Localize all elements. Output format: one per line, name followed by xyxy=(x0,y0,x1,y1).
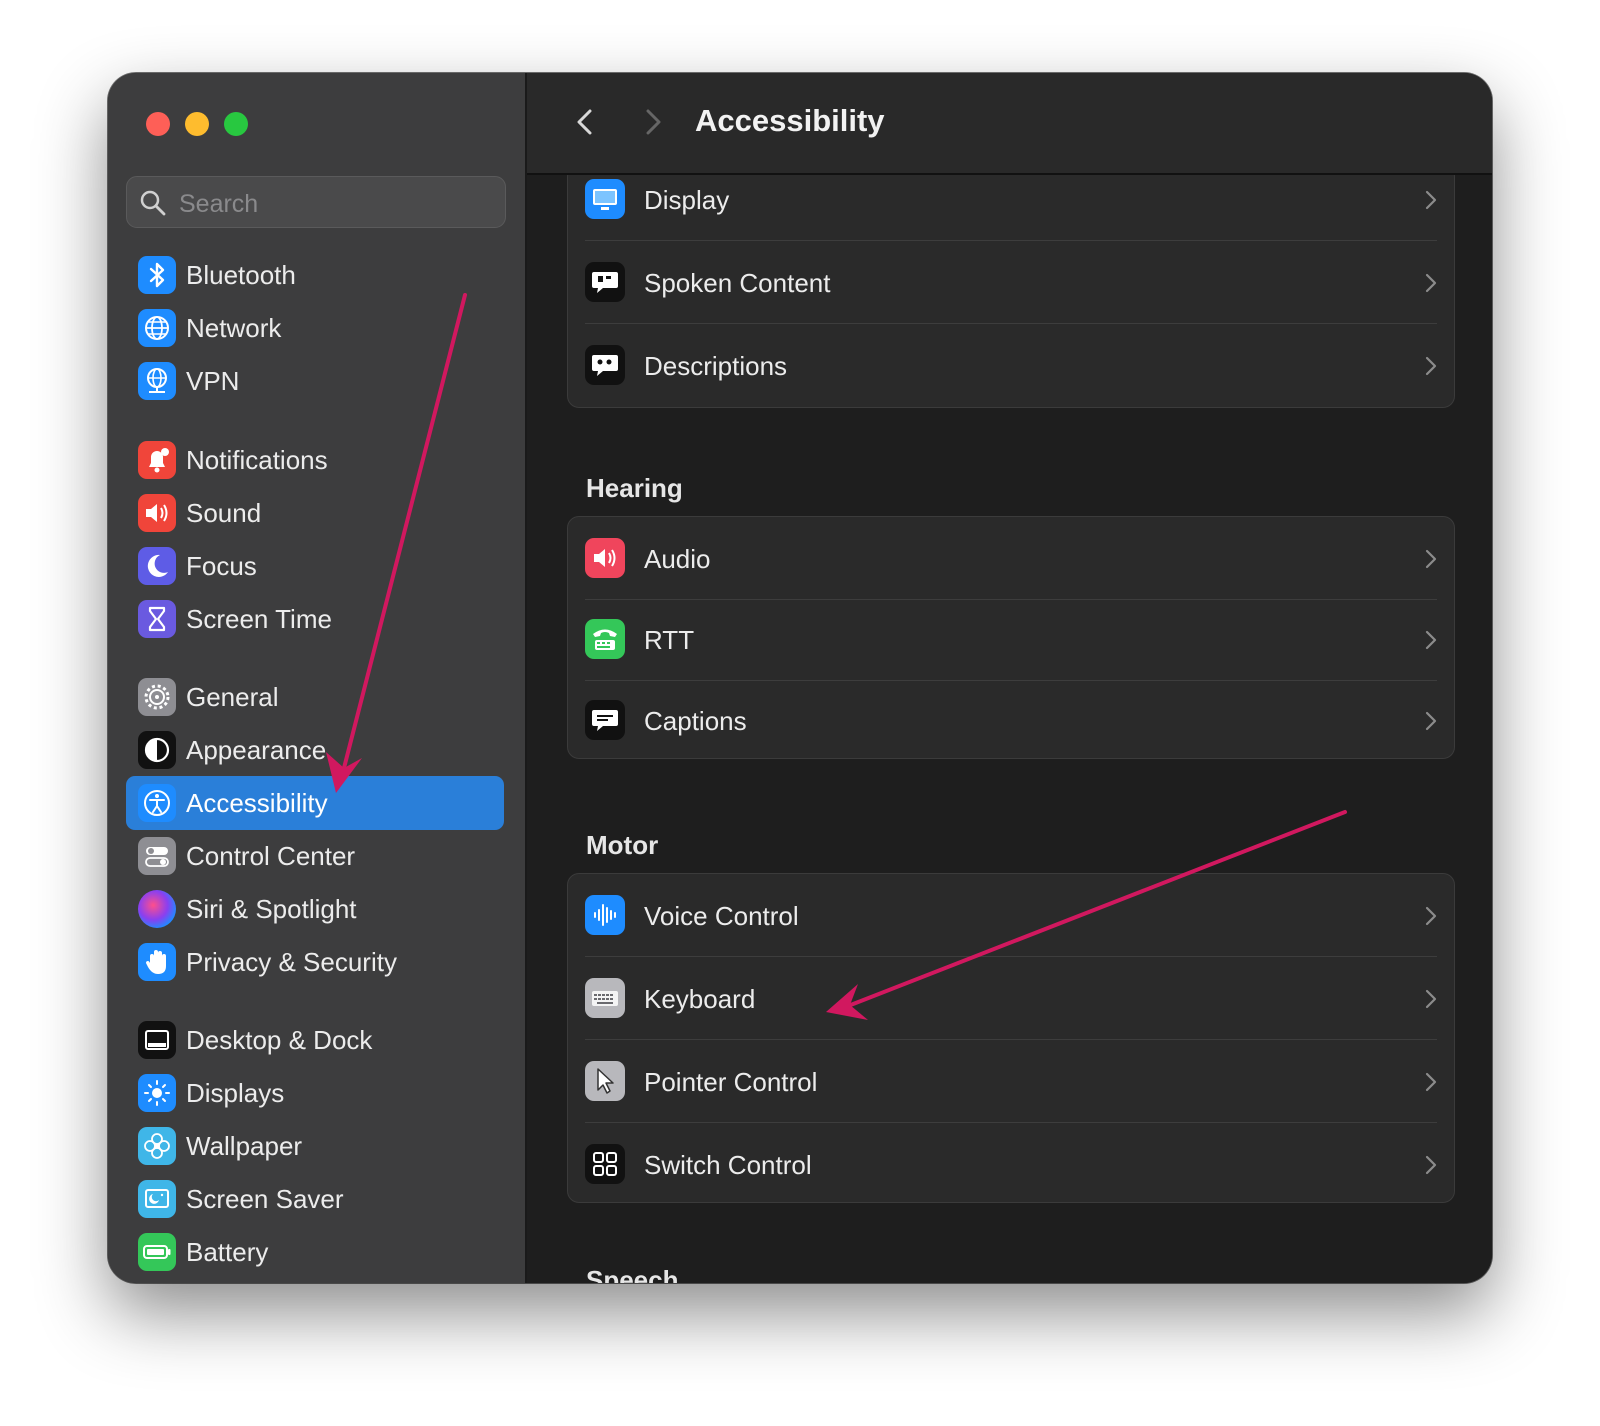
sidebar-item-screen-saver[interactable]: Screen Saver xyxy=(126,1172,504,1226)
minimize-button[interactable] xyxy=(185,112,209,136)
sidebar-item-focus[interactable]: Focus xyxy=(126,539,504,593)
list-item-voice-control[interactable]: Voice Control xyxy=(568,874,1454,957)
vpn-globe-icon xyxy=(138,362,176,400)
pointer-icon xyxy=(585,1061,625,1101)
settings-content: Display Spoken Content Descriptions Hear… xyxy=(527,175,1492,1283)
sidebar-item-accessibility[interactable]: Accessibility xyxy=(126,776,504,830)
moon-icon xyxy=(138,547,176,585)
sidebar-item-vpn[interactable]: VPN xyxy=(126,354,504,408)
sidebar-item-general[interactable]: General xyxy=(126,670,504,724)
list-item-keyboard[interactable]: Keyboard xyxy=(568,957,1454,1040)
keyboard-icon xyxy=(585,978,625,1018)
grid-icon xyxy=(585,1144,625,1184)
chevron-right-icon xyxy=(1425,190,1437,210)
sidebar-item-battery[interactable]: Battery xyxy=(126,1225,504,1279)
chevron-right-icon xyxy=(1425,630,1437,650)
list-item-pointer-control[interactable]: Pointer Control xyxy=(568,1040,1454,1123)
tty-icon xyxy=(585,619,625,659)
sidebar: Search Bluetooth Network VPN Notificatio… xyxy=(108,73,527,1283)
speaker-icon xyxy=(138,494,176,532)
waveform-icon xyxy=(585,895,625,935)
sidebar-item-privacy-security[interactable]: Privacy & Security xyxy=(126,935,504,989)
list-item-audio[interactable]: Audio xyxy=(568,517,1454,600)
close-button[interactable] xyxy=(146,112,170,136)
battery-icon xyxy=(138,1233,176,1271)
chevron-right-icon xyxy=(1425,356,1437,376)
chevron-right-icon xyxy=(1425,1072,1437,1092)
gear-icon xyxy=(138,678,176,716)
list-item-rtt[interactable]: RTT xyxy=(568,598,1454,681)
section-title-speech: Speech xyxy=(586,1265,679,1283)
section-title-motor: Motor xyxy=(586,830,659,860)
sidebar-item-displays[interactable]: Displays xyxy=(126,1066,504,1120)
main-pane: Accessibility Display Spoken Content Des… xyxy=(527,73,1492,1283)
sidebar-item-bluetooth[interactable]: Bluetooth xyxy=(126,248,504,302)
screensaver-icon xyxy=(138,1180,176,1218)
quote-bubble-icon xyxy=(585,345,625,385)
speech-bubble-icon xyxy=(585,262,625,302)
chevron-left-icon[interactable] xyxy=(569,105,603,139)
search-placeholder: Search xyxy=(179,190,259,218)
bell-icon xyxy=(138,441,176,479)
sidebar-item-desktop-dock[interactable]: Desktop & Dock xyxy=(126,1013,504,1067)
hand-icon xyxy=(138,943,176,981)
list-item-captions[interactable]: Captions xyxy=(568,679,1454,762)
chevron-right-icon xyxy=(1425,906,1437,926)
sun-icon xyxy=(138,1074,176,1112)
siri-icon xyxy=(138,890,176,928)
vision-group: Display Spoken Content Descriptions xyxy=(567,175,1455,408)
appearance-icon xyxy=(138,731,176,769)
page-title: Accessibility xyxy=(695,103,885,138)
chevron-right-icon xyxy=(1425,549,1437,569)
captions-icon xyxy=(585,700,625,740)
settings-window: Search Bluetooth Network VPN Notificatio… xyxy=(108,73,1492,1283)
toolbar: Accessibility xyxy=(527,73,1492,175)
sidebar-item-wallpaper[interactable]: Wallpaper xyxy=(126,1119,504,1173)
list-item-spoken-content[interactable]: Spoken Content xyxy=(568,241,1454,324)
dock-icon xyxy=(138,1021,176,1059)
list-item-display[interactable]: Display xyxy=(568,175,1454,241)
globe-icon xyxy=(138,309,176,347)
chevron-right-icon xyxy=(1425,989,1437,1009)
chevron-right-icon[interactable] xyxy=(635,105,669,139)
accessibility-icon xyxy=(138,784,176,822)
zoom-button[interactable] xyxy=(224,112,248,136)
hearing-group: Audio RTT Captions xyxy=(567,516,1455,759)
sidebar-item-sound[interactable]: Sound xyxy=(126,486,504,540)
sidebar-item-screen-time[interactable]: Screen Time xyxy=(126,592,504,646)
toggles-icon xyxy=(138,837,176,875)
chevron-right-icon xyxy=(1425,273,1437,293)
hourglass-icon xyxy=(138,600,176,638)
sidebar-item-notifications[interactable]: Notifications xyxy=(126,433,504,487)
chevron-right-icon xyxy=(1425,711,1437,731)
sidebar-item-appearance[interactable]: Appearance xyxy=(126,723,504,777)
chevron-right-icon xyxy=(1425,1155,1437,1175)
speaker-icon xyxy=(585,538,625,578)
list-item-descriptions[interactable]: Descriptions xyxy=(568,324,1454,407)
search-input[interactable]: Search xyxy=(126,176,506,228)
monitor-icon xyxy=(585,179,625,219)
sidebar-item-control-center[interactable]: Control Center xyxy=(126,829,504,883)
sidebar-item-siri-spotlight[interactable]: Siri & Spotlight xyxy=(126,882,504,936)
bluetooth-icon xyxy=(138,256,176,294)
motor-group: Voice Control Keyboard Pointer Control S… xyxy=(567,873,1455,1203)
search-icon xyxy=(140,190,166,216)
flower-icon xyxy=(138,1127,176,1165)
sidebar-item-network[interactable]: Network xyxy=(126,301,504,355)
section-title-hearing: Hearing xyxy=(586,473,683,503)
list-item-switch-control[interactable]: Switch Control xyxy=(568,1123,1454,1206)
